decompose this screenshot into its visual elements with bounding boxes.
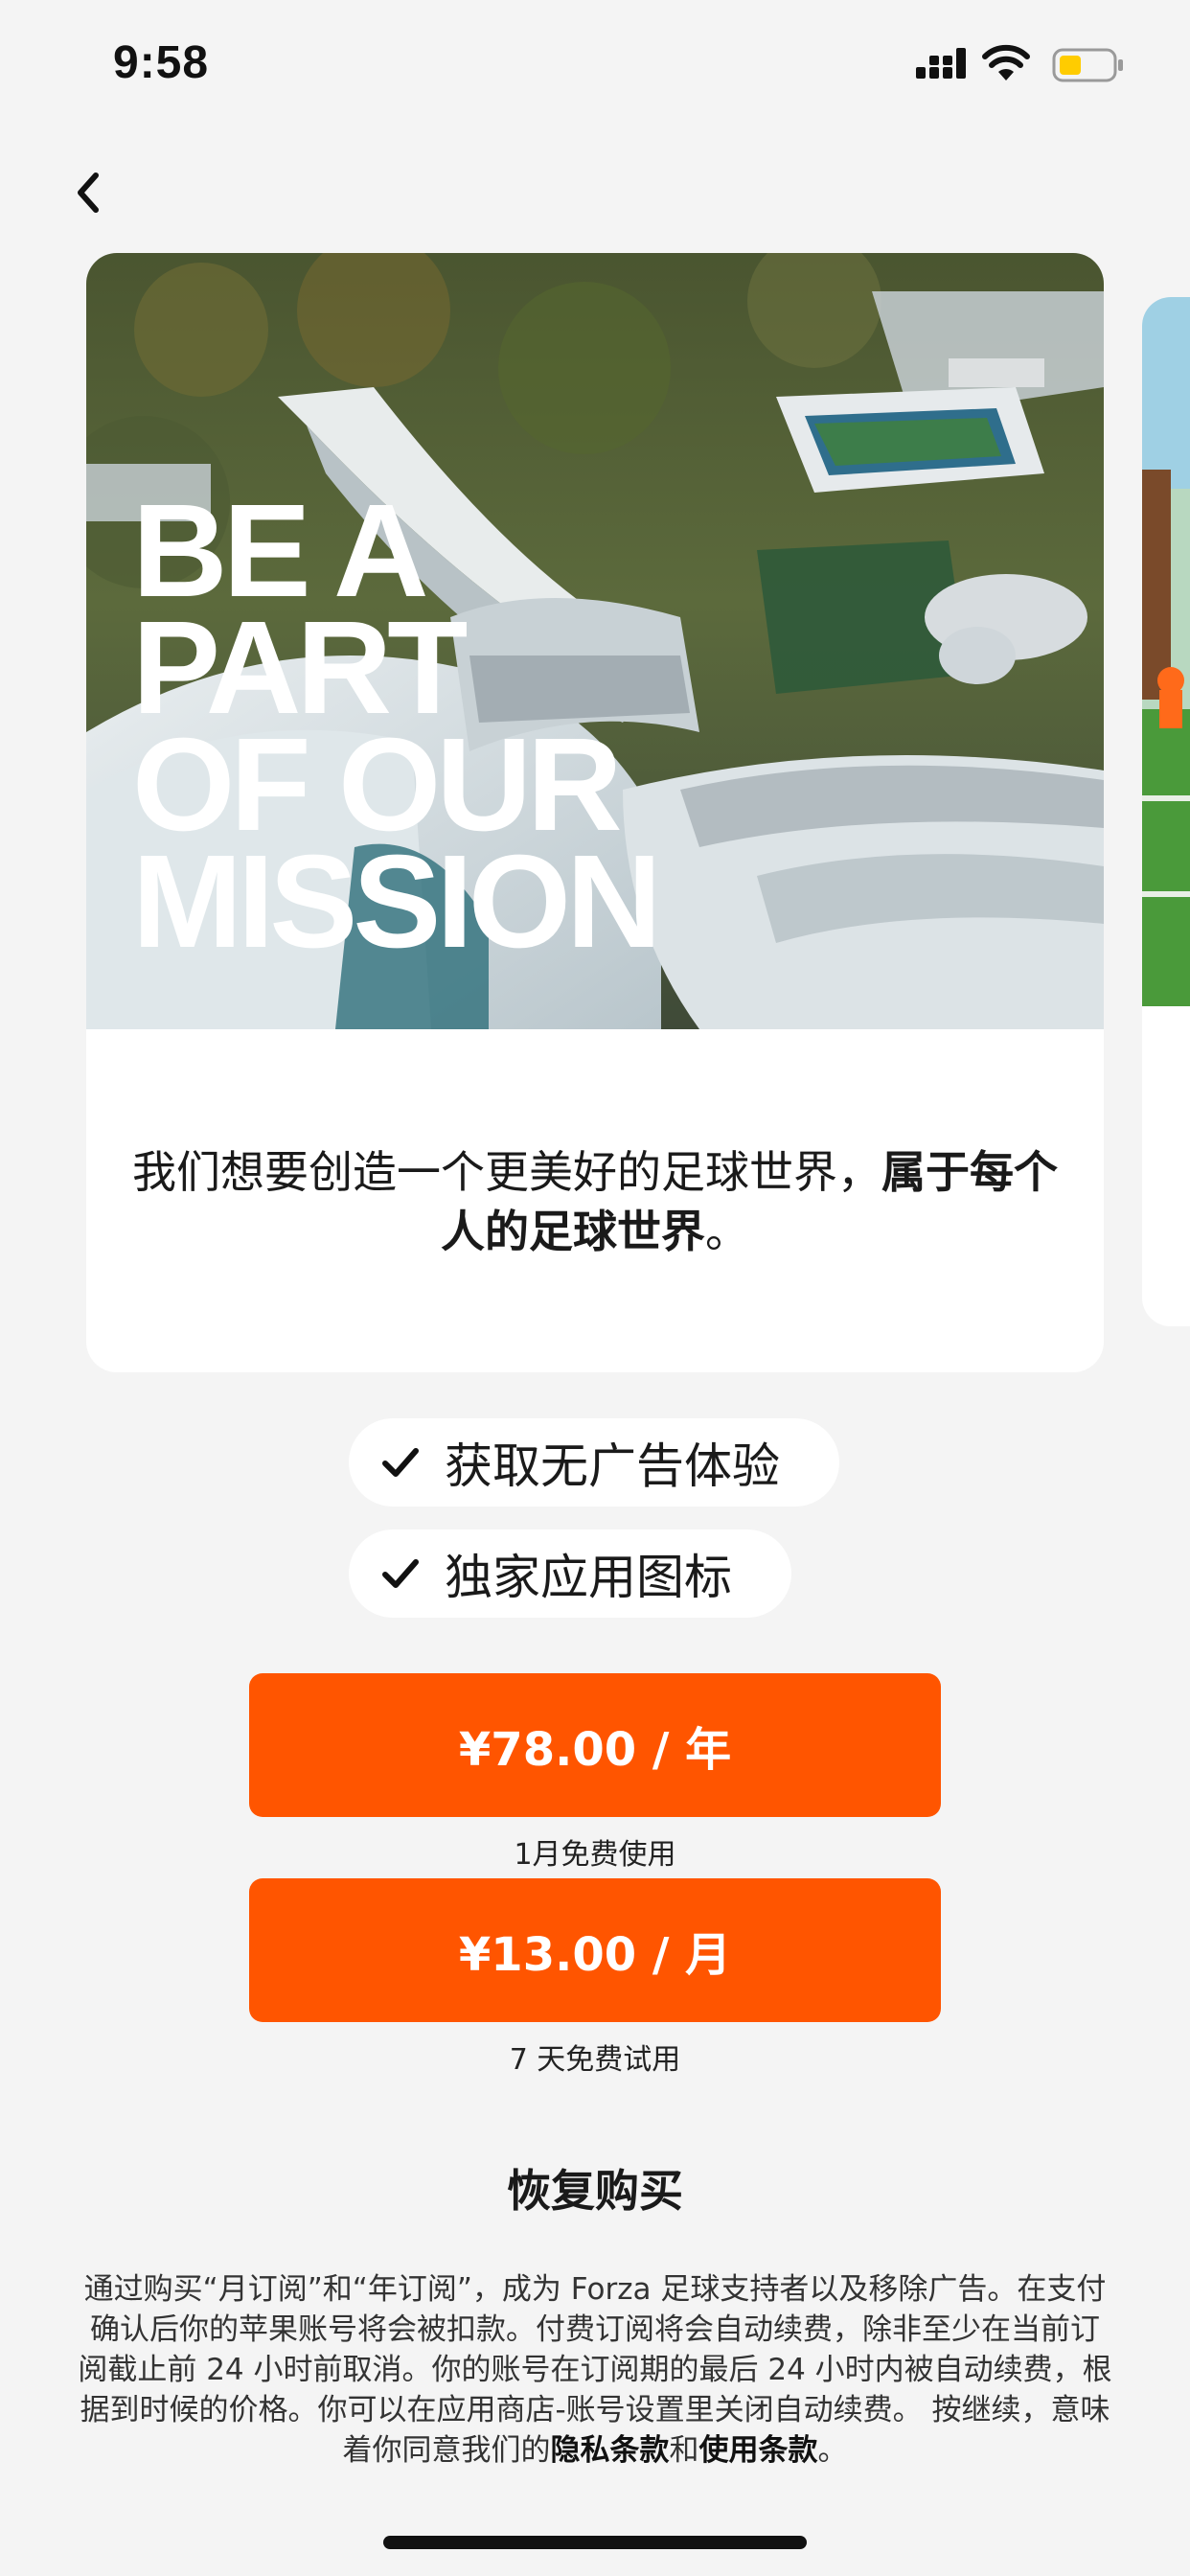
mission-card[interactable]: BE A PART OF OUR MISSION 我们想要创造一个更美好的足球世… (86, 253, 1104, 1372)
headline-line: PART (132, 594, 468, 742)
mission-description: 我们想要创造一个更美好的足球世界，属于每个人的足球世界。 (115, 1142, 1075, 1261)
yearly-plan-caption: 1月免费使用 (514, 1838, 676, 1872)
legal-text: 通过购买“月订阅”和“年订阅”，成为 Forza 足球支持者以及移除广告。在支付… (77, 2269, 1113, 2471)
feature-ad-free: 获取无广告体验 (349, 1418, 839, 1506)
battery-low-icon (1052, 48, 1123, 82)
yearly-plan-button[interactable]: ¥78.00 / 年 (249, 1673, 941, 1817)
legal-and: 和 (669, 2433, 699, 2468)
chevron-left-icon (78, 172, 99, 213)
headline-line: BE A (132, 477, 429, 625)
restore-purchase-button[interactable]: 恢复购买 (0, 2156, 1190, 2220)
legal-end: 。 (817, 2433, 848, 2468)
checkmark-icon (382, 1448, 419, 1477)
feature-exclusive-icon: 独家应用图标 (349, 1530, 791, 1618)
monthly-plan-button[interactable]: ¥13.00 / 月 (249, 1878, 941, 2022)
terms-link[interactable]: 使用条款 (699, 2433, 818, 2468)
privacy-link[interactable]: 隐私条款 (551, 2433, 670, 2468)
wifi-icon (982, 44, 1030, 80)
back-button[interactable] (54, 159, 121, 226)
mission-text-end: 。 (705, 1206, 749, 1257)
home-indicator[interactable] (383, 2536, 807, 2549)
feature-label: 独家应用图标 (445, 1550, 732, 1605)
mission-headline: BE A PART OF OUR MISSION (132, 477, 662, 976)
next-card-peek[interactable] (1142, 297, 1190, 1326)
headline-line: OF OUR (132, 711, 623, 859)
mission-text-regular: 我们想要创造一个更美好的足球世界， (132, 1146, 881, 1198)
monthly-plan-caption: 7 天免费试用 (509, 2043, 681, 2077)
headline-line: MISSION (132, 828, 662, 976)
feature-label: 获取无广告体验 (445, 1438, 780, 1494)
status-time: 9:58 (113, 37, 210, 88)
cellular-signal-icon (916, 48, 966, 79)
stadium-aerial-image: BE A PART OF OUR MISSION (86, 253, 1104, 1029)
next-card-image (1142, 297, 1190, 1006)
status-bar: 9:58 (0, 0, 1190, 134)
checkmark-icon (382, 1559, 419, 1588)
